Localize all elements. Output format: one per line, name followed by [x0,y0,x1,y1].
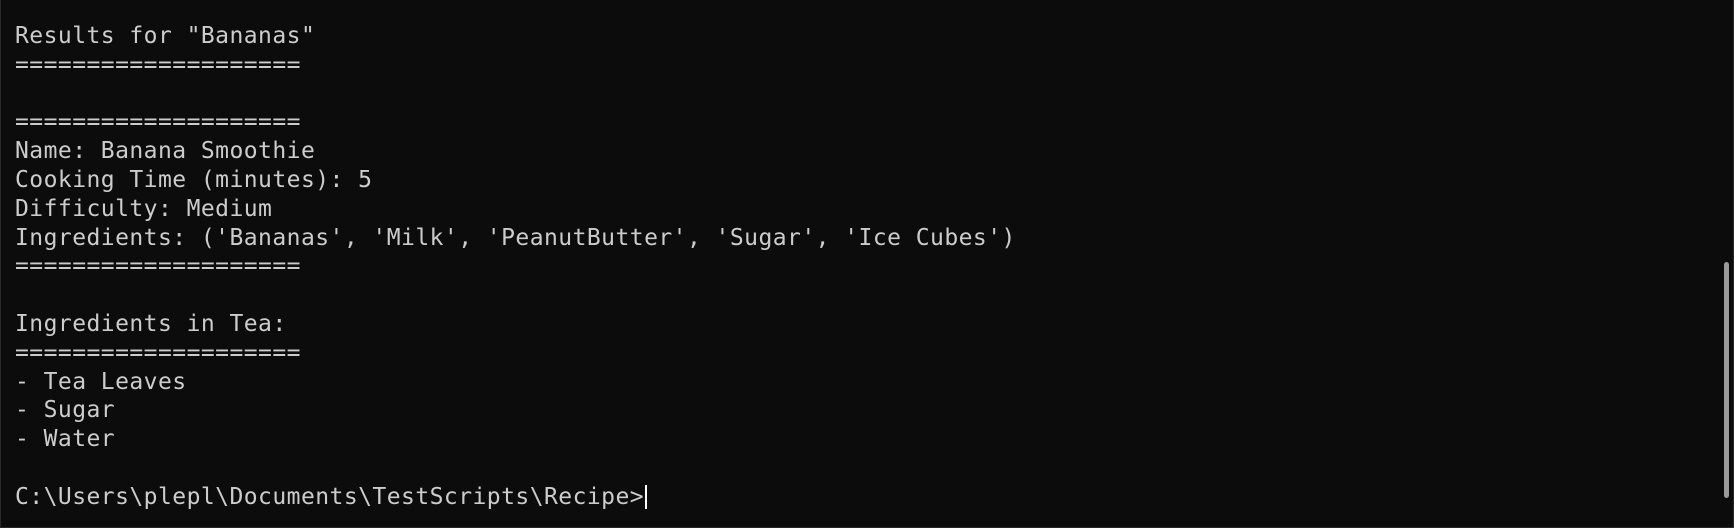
separator-line: ==================== [15,51,301,78]
prompt-path: C:\Users\plepl\Documents\TestScripts\Rec… [15,483,645,510]
list-item: - Tea Leaves [15,368,187,395]
cooking-time-line: Cooking Time (minutes): 5 [15,166,373,193]
difficulty-line: Difficulty: Medium [15,195,273,222]
list-item: - Water [15,426,116,453]
separator-line: ==================== [15,109,301,136]
list-item: - Sugar [15,397,116,424]
results-heading: Results for "Bananas" [15,23,316,49]
command-prompt[interactable]: C:\Users\plepl\Documents\TestScripts\Rec… [15,483,1705,512]
ingredients-line: Ingredients: ('Bananas', 'Milk', 'Peanut… [15,224,1016,251]
terminal-window[interactable]: Results for "Bananas" ==================… [0,0,1734,528]
vertical-scrollbar[interactable] [1724,262,1729,498]
text-cursor [645,485,648,510]
separator-line: ==================== [15,253,301,280]
recipe-name-line: Name: Banana Smoothie [15,138,316,165]
tea-ingredients-heading: Ingredients in Tea: [15,310,287,337]
separator-line: ==================== [15,339,301,366]
terminal-output: Results for "Bananas" ==================… [15,22,1705,512]
